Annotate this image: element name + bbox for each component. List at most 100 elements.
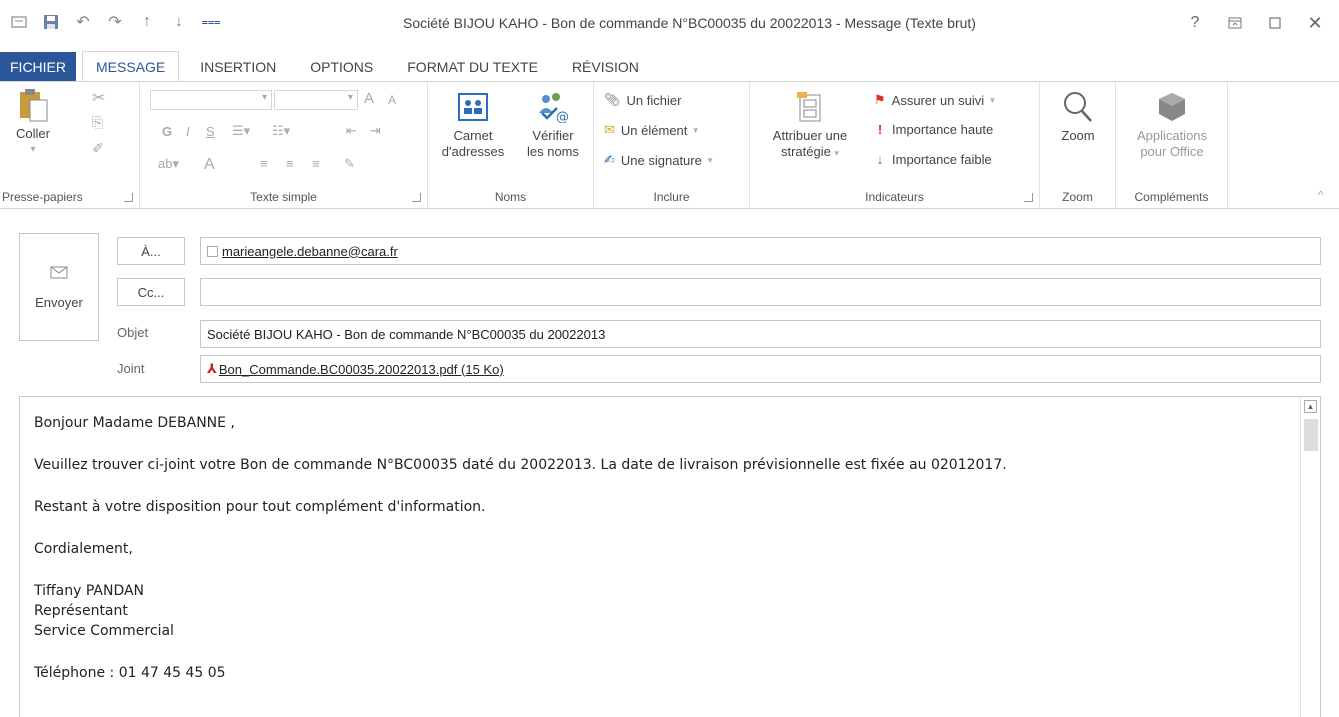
apps-for-office-button[interactable]: Applications pour Office (1122, 90, 1222, 160)
cc-field[interactable] (200, 278, 1321, 306)
highlight-icon[interactable]: ab▾ (158, 156, 179, 172)
low-importance-icon: ↓ (876, 152, 884, 167)
signature-button[interactable]: ✍ Une signature ▾ (604, 152, 712, 168)
title-bar: ↶ ↷ ↑ ↓ ⩶ Société BIJOU KAHO - Bon de co… (0, 0, 1339, 46)
to-button[interactable]: À... (117, 237, 185, 265)
paste-button[interactable]: Coller ▾ (8, 88, 58, 158)
send-label: Envoyer (35, 295, 83, 310)
copy-icon[interactable]: ⎘ (92, 114, 103, 131)
zoom-button[interactable]: Zoom (1050, 90, 1106, 144)
italic-button[interactable]: I (186, 124, 190, 139)
tab-insert[interactable]: INSERTION (187, 52, 289, 82)
ribbon-tabs: FICHIER MESSAGE INSERTION OPTIONS FORMAT… (0, 51, 1339, 82)
send-button[interactable]: Envoyer (19, 233, 99, 341)
body-line-1: Veuillez trouver ci-joint votre Bon de c… (34, 457, 1007, 473)
follow-up-label: Assurer un suivi (891, 92, 985, 108)
collapse-ribbon-icon[interactable]: ^ (1318, 188, 1324, 202)
font-size-select[interactable]: ▾ (274, 90, 358, 110)
group-label-addins: Compléments (1134, 190, 1209, 204)
signature-phone: Téléphone : 01 47 45 45 05 (34, 665, 226, 681)
apps-label-1: Applications (1136, 128, 1208, 143)
maximize-icon[interactable] (1259, 10, 1291, 36)
group-label-tags: Indicateurs (865, 190, 924, 204)
decrease-indent-icon[interactable]: ⇤ (346, 123, 357, 139)
window-title: Société BIJOU KAHO - Bon de commande N°B… (403, 15, 976, 31)
clear-formatting-icon[interactable]: ✎ (344, 156, 355, 172)
send-icon (48, 264, 70, 283)
font-name-select[interactable]: ▾ (150, 90, 272, 110)
svg-text:@: @ (556, 110, 569, 123)
address-book-button[interactable]: Carnet d'adresses (432, 90, 514, 160)
message-body[interactable]: Bonjour Madame DEBANNE , Veuillez trouve… (19, 396, 1321, 717)
to-recipient[interactable]: marieangele.debanne@cara.fr (222, 244, 398, 259)
clipboard-launcher-icon[interactable] (124, 193, 133, 202)
follow-up-button[interactable]: ⚑ Assurer un suivi ▾ (874, 92, 995, 108)
cut-icon[interactable]: ✂ (92, 88, 105, 108)
to-field[interactable]: marieangele.debanne@cara.fr (200, 237, 1321, 265)
scroll-thumb[interactable] (1304, 419, 1318, 451)
high-importance-button[interactable]: ! Importance haute (874, 122, 993, 137)
high-importance-icon: ! (877, 122, 883, 137)
assign-policy-button[interactable]: Attribuer une stratégie ▾ (758, 90, 862, 161)
ribbon-display-options-icon[interactable] (1219, 10, 1251, 36)
body-closing: Cordialement, (34, 541, 133, 557)
bullets-icon[interactable]: ☰▾ (232, 123, 250, 139)
signature-title: Représentant (34, 603, 128, 619)
font-color-button[interactable]: A (204, 156, 215, 174)
pdf-icon: ⅄ (207, 361, 217, 376)
close-icon[interactable]: ✕ (1299, 10, 1331, 36)
grow-font-button[interactable]: A (364, 90, 374, 107)
underline-button[interactable]: S (206, 124, 215, 139)
format-painter-icon[interactable]: ✐ (92, 140, 104, 157)
body-greeting: Bonjour Madame DEBANNE , (34, 415, 235, 431)
ribbon: Coller ▾ ✂ ⎘ ✐ Presse-papiers ▾ ▾ A A G … (0, 81, 1339, 209)
follow-up-dropdown-icon: ▾ (990, 94, 995, 105)
group-tags: Attribuer une stratégie ▾ ⚑ Assurer un s… (750, 82, 1040, 208)
paste-icon (16, 88, 50, 122)
policy-icon (793, 90, 827, 124)
align-right-icon[interactable]: ≡ (312, 156, 320, 171)
tags-launcher-icon[interactable] (1024, 193, 1033, 202)
window-controls: ? ✕ (1179, 10, 1331, 36)
cc-button[interactable]: Cc... (117, 278, 185, 306)
attach-item-button[interactable]: ✉ Un élément ▾ (604, 122, 698, 138)
help-button[interactable]: ? (1179, 10, 1211, 36)
tab-format-text[interactable]: FORMAT DU TEXTE (394, 52, 551, 82)
message-body-text: Bonjour Madame DEBANNE , Veuillez trouve… (34, 413, 1007, 683)
check-names-label-1: Vérifier (532, 128, 574, 143)
basic-text-launcher-icon[interactable] (412, 193, 421, 202)
align-center-icon[interactable]: ≡ (286, 156, 294, 171)
attach-file-button[interactable]: 📎︎ Un fichier (604, 92, 681, 108)
group-label-zoom: Zoom (1062, 190, 1093, 204)
tab-review[interactable]: RÉVISION (559, 52, 652, 82)
group-include: 📎︎ Un fichier ✉ Un élément ▾ ✍ Une signa… (594, 82, 750, 208)
address-book-label-2: d'adresses (441, 144, 505, 159)
group-basic-text: ▾ ▾ A A G I S ☰▾ ☷▾ ⇤ ⇥ ab▾ A ≡ ≡ ≡ ✎ Te… (140, 82, 428, 208)
signature-dropdown-icon: ▾ (707, 154, 713, 165)
address-book-icon (456, 90, 490, 124)
body-scrollbar[interactable]: ▲ (1300, 397, 1320, 717)
signature-icon: ✍ (604, 152, 615, 167)
policy-dropdown-icon: ▾ (834, 148, 840, 158)
scroll-up-icon[interactable]: ▲ (1304, 400, 1317, 413)
tab-message[interactable]: MESSAGE (82, 51, 180, 82)
tab-file[interactable]: FICHIER (0, 52, 76, 82)
check-names-button[interactable]: @ Vérifier les noms (518, 90, 588, 160)
attachment-file[interactable]: Bon_Commande.BC00035.20022013.pdf (15 Ko… (219, 362, 504, 377)
paperclip-icon: 📎︎ (604, 92, 621, 107)
bold-button[interactable]: G (162, 124, 172, 139)
paste-dropdown-icon[interactable]: ▾ (30, 142, 35, 158)
align-left-icon[interactable]: ≡ (260, 156, 268, 171)
subject-field[interactable]: Société BIJOU KAHO - Bon de commande N°B… (200, 320, 1321, 348)
group-addins: Applications pour Office Compléments (1116, 82, 1228, 208)
check-names-label-2: les noms (526, 144, 580, 159)
zoom-label: Zoom (1061, 128, 1095, 143)
signature-label: Une signature (620, 152, 702, 168)
numbering-icon[interactable]: ☷▾ (272, 123, 290, 139)
low-importance-button[interactable]: ↓ Importance faible (874, 152, 992, 167)
shrink-font-button[interactable]: A (388, 93, 396, 107)
signature-name: Tiffany PANDAN (34, 583, 145, 599)
tab-options[interactable]: OPTIONS (297, 52, 386, 82)
high-importance-label: Importance haute (892, 122, 994, 137)
increase-indent-icon[interactable]: ⇥ (370, 123, 381, 139)
